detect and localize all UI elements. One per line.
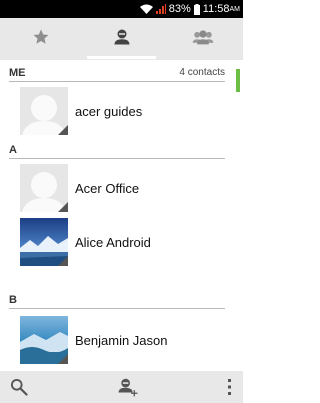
tab-bar <box>0 18 243 60</box>
battery-icon <box>193 3 200 15</box>
clock: 11:58 AM <box>203 3 240 15</box>
section-letter: A <box>9 143 17 156</box>
clock-ampm: AM <box>229 5 241 13</box>
contact-row-benjamin-jason[interactable]: Benjamin Jason <box>0 314 243 366</box>
tab-contacts[interactable] <box>81 18 162 60</box>
search-icon[interactable] <box>10 378 28 396</box>
contact-count: 4 contacts <box>179 67 225 78</box>
star-icon <box>32 28 50 51</box>
section-header-b: B <box>9 291 225 309</box>
signal-icon <box>155 4 166 14</box>
clock-time: 11:58 <box>202 3 230 15</box>
contact-name: acer guides <box>75 103 143 119</box>
photo-avatar <box>20 218 68 266</box>
me-section-header: ME 4 contacts <box>9 64 225 82</box>
photo-avatar <box>20 316 68 364</box>
overflow-menu-icon[interactable] <box>227 378 233 396</box>
section-letter: B <box>9 293 17 306</box>
contact-row-acer-office[interactable]: Acer Office <box>0 162 243 214</box>
me-label: ME <box>9 66 26 79</box>
bottom-action-bar <box>0 371 243 403</box>
section-header-a: A <box>9 141 225 159</box>
contact-row-alice-android[interactable]: Alice Android <box>0 216 243 268</box>
default-avatar-icon <box>20 87 68 135</box>
tab-favorites[interactable] <box>0 18 81 60</box>
tab-groups[interactable] <box>162 18 243 60</box>
wifi-icon <box>139 4 153 14</box>
contact-name: Benjamin Jason <box>75 332 168 348</box>
person-icon <box>113 28 131 51</box>
add-contact-icon[interactable] <box>117 377 139 397</box>
battery-percent: 83% <box>168 3 191 15</box>
group-icon <box>192 28 214 51</box>
contact-name: Acer Office <box>75 180 140 196</box>
default-avatar-icon <box>20 164 68 212</box>
contact-name: Alice Android <box>75 234 151 250</box>
status-bar: 83% 11:58 AM <box>0 0 243 18</box>
contact-row-acer-guides[interactable]: acer guides <box>0 85 243 137</box>
